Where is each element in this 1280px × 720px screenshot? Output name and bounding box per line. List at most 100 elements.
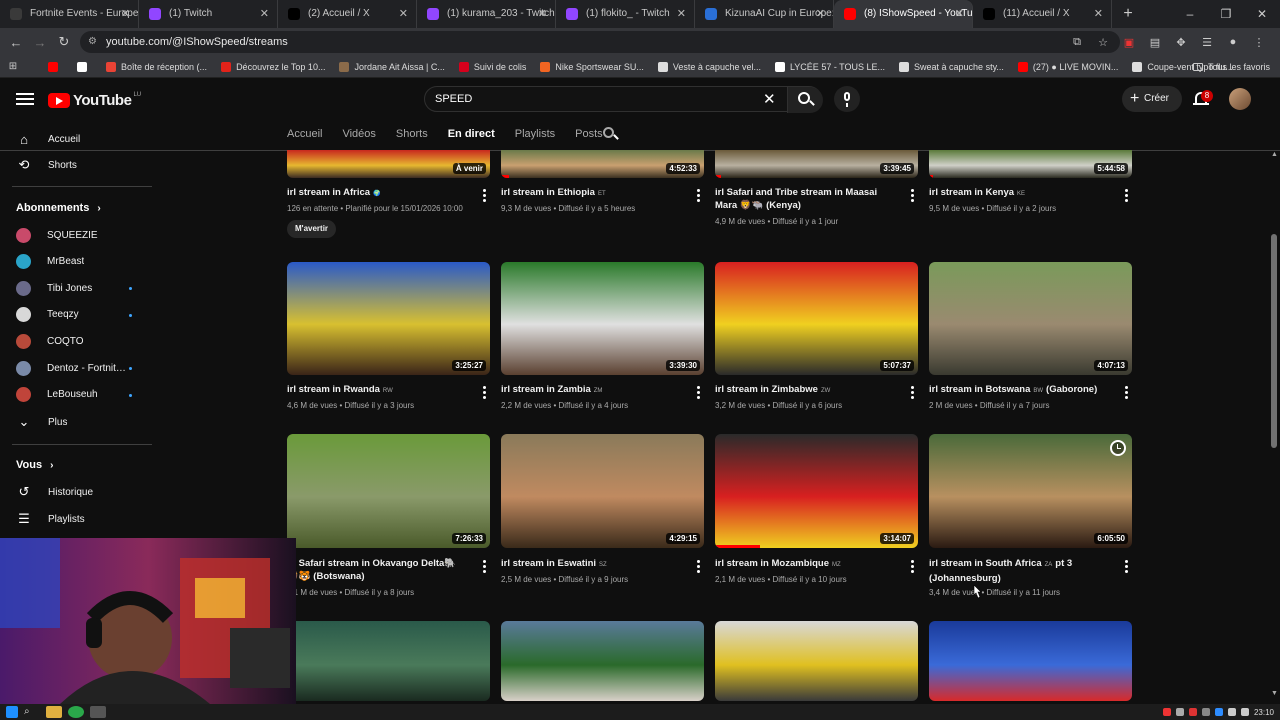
- video-thumbnail[interactable]: 3:39:30: [501, 262, 704, 375]
- extension-red-icon[interactable]: ▣: [1118, 31, 1140, 53]
- file-explorer-icon[interactable]: [46, 706, 62, 718]
- close-tab-icon[interactable]: ✕: [677, 0, 686, 28]
- back-arrow-icon[interactable]: ←: [4, 35, 28, 50]
- browser-tab[interactable]: (2) Accueil / X ✕: [278, 0, 417, 28]
- video-thumbnail[interactable]: 3:39:45: [715, 150, 918, 178]
- video-thumbnail[interactable]: [715, 621, 918, 701]
- sidebar-item[interactable]: SQUEEZIE: [0, 222, 152, 248]
- reload-icon[interactable]: ↻: [52, 34, 76, 50]
- sidebar-item[interactable]: Teeqzy: [0, 302, 152, 328]
- close-tab-icon[interactable]: ✕: [399, 0, 408, 28]
- watch-later-icon[interactable]: [1110, 440, 1126, 456]
- chrome-icon[interactable]: [68, 706, 84, 718]
- sidebar-item[interactable]: Dentoz - Fortnite ...: [0, 355, 152, 381]
- more-actions-icon[interactable]: [483, 386, 486, 401]
- more-actions-icon[interactable]: [697, 189, 700, 204]
- url-bar[interactable]: ⚙ youtube.com/@IShowSpeed/streams: [80, 31, 1120, 53]
- sidebar-item[interactable]: ⌂ Accueil: [0, 126, 152, 152]
- terminal-icon[interactable]: [90, 706, 106, 718]
- more-actions-icon[interactable]: [483, 560, 486, 575]
- video-thumbnail[interactable]: 6:05:50: [929, 434, 1132, 548]
- extension-gray-icon[interactable]: ▤: [1144, 31, 1166, 53]
- channel-tab[interactable]: Playlists: [515, 124, 555, 144]
- browser-menu-icon[interactable]: ⋮: [1248, 31, 1270, 53]
- scrollbar-thumb[interactable]: [1271, 234, 1277, 448]
- more-actions-icon[interactable]: [911, 386, 914, 401]
- bookmark-item[interactable]: [48, 61, 63, 72]
- tray-app-icon[interactable]: [1201, 708, 1210, 716]
- more-actions-icon[interactable]: [483, 189, 486, 204]
- video-thumbnail[interactable]: 4:29:15: [501, 434, 704, 548]
- more-actions-icon[interactable]: [911, 560, 914, 575]
- volume-icon[interactable]: [1240, 708, 1249, 716]
- bookmark-item[interactable]: Veste à capuche vel...: [657, 61, 761, 72]
- video-title[interactable]: irl stream in Zimbabwe ZW: [715, 383, 895, 398]
- video-title[interactable]: irl stream in Zambia ZM: [501, 383, 681, 398]
- video-title[interactable]: irl stream in Botswana BW (Gaborone): [929, 383, 1109, 398]
- scroll-up-icon[interactable]: ▲: [1271, 151, 1278, 158]
- bookmark-star-icon[interactable]: ☆: [1092, 31, 1114, 53]
- channel-tab[interactable]: Posts: [575, 124, 603, 144]
- voice-search-button[interactable]: [834, 86, 860, 112]
- sidebar-item[interactable]: COQTO: [0, 328, 152, 354]
- new-tab-button[interactable]: +: [1116, 0, 1140, 28]
- apps-grid-icon[interactable]: ⊞: [0, 61, 26, 72]
- video-title[interactable]: irl stream in Kenya KE: [929, 186, 1109, 201]
- bookmark-item[interactable]: Suivi de colis: [458, 61, 526, 72]
- video-thumbnail[interactable]: 7:26:33: [287, 434, 490, 548]
- bookmark-item[interactable]: Nike Sportswear SU...: [540, 61, 644, 72]
- more-actions-icon[interactable]: [1125, 386, 1128, 401]
- clear-search-icon[interactable]: ✕: [763, 90, 776, 108]
- more-actions-icon[interactable]: [911, 189, 914, 204]
- close-tab-icon[interactable]: ✕: [260, 0, 269, 28]
- more-actions-icon[interactable]: [697, 386, 700, 401]
- more-actions-icon[interactable]: [1125, 560, 1128, 575]
- video-thumbnail[interactable]: 5:44:58: [929, 150, 1132, 178]
- video-title[interactable]: irl stream in Mozambique MZ: [715, 557, 895, 572]
- profile-icon[interactable]: ●: [1222, 31, 1244, 53]
- video-title[interactable]: irl stream in Rwanda RW: [287, 383, 467, 398]
- channel-tab[interactable]: Shorts: [396, 124, 428, 144]
- tray-app-icon[interactable]: [1188, 708, 1197, 716]
- bookmark-item[interactable]: LYCÉE 57 - TOUS LE...: [774, 61, 885, 72]
- video-title[interactable]: irl Safari and Tribe stream in Maasai Ma…: [715, 186, 895, 212]
- video-thumbnail[interactable]: À venir: [287, 150, 490, 178]
- video-thumbnail[interactable]: 3:25:27: [287, 262, 490, 375]
- site-info-icon[interactable]: ⚙: [88, 31, 97, 53]
- close-tab-icon[interactable]: ✕: [816, 0, 825, 28]
- video-thumbnail[interactable]: 5:07:37: [715, 262, 918, 375]
- browser-tab[interactable]: KizunaAI Cup in Europe: S ✕: [695, 0, 834, 28]
- bookmark-item[interactable]: (27) ● LIVE MOVIN...: [1017, 61, 1118, 72]
- scroll-down-icon[interactable]: ▼: [1271, 690, 1278, 697]
- media-control-icon[interactable]: ☰: [1196, 31, 1218, 53]
- tray-app-icon[interactable]: [1175, 708, 1184, 716]
- sidebar-item[interactable]: ☰ Playlists: [0, 506, 152, 532]
- video-thumbnail[interactable]: 3:14:07: [715, 434, 918, 548]
- subscriptions-heading[interactable]: Abonnements ›: [16, 202, 101, 214]
- video-thumbnail[interactable]: [287, 621, 490, 701]
- more-actions-icon[interactable]: [1125, 189, 1128, 204]
- video-thumbnail[interactable]: 4:07:13: [929, 262, 1132, 375]
- create-button[interactable]: + Créer: [1122, 86, 1182, 112]
- browser-tab[interactable]: (1) flokito_ - Twitch ✕: [556, 0, 695, 28]
- video-thumbnail[interactable]: [929, 621, 1132, 701]
- bookmark-item[interactable]: Jordane Ait Aissa | C...: [339, 61, 445, 72]
- maximize-button[interactable]: ❐: [1208, 0, 1244, 28]
- channel-search-icon[interactable]: [603, 127, 617, 141]
- remind-me-button[interactable]: M'avertir: [287, 220, 337, 238]
- youtube-logo[interactable]: YouTube LU: [48, 92, 141, 109]
- channel-tab[interactable]: Vidéos: [342, 124, 375, 144]
- video-title[interactable]: irl Safari stream in Okavango Delta🐘🦁🐯 (…: [287, 557, 467, 583]
- video-thumbnail[interactable]: [501, 621, 704, 701]
- sidebar-item[interactable]: ↺ Historique: [0, 479, 152, 505]
- sidebar-item[interactable]: ⟲ Shorts: [0, 152, 152, 178]
- all-bookmarks-folder[interactable]: Tous les favoris: [1192, 56, 1270, 78]
- search-input[interactable]: [435, 90, 755, 108]
- video-title[interactable]: irl stream in South Africa ZA pt 3 (Johann…: [929, 557, 1109, 585]
- sidebar-item[interactable]: MrBeast: [0, 249, 152, 275]
- bookmark-item[interactable]: [77, 61, 92, 72]
- sidebar-item[interactable]: ⌄ Plus: [0, 409, 152, 435]
- video-title[interactable]: irl stream in Eswatini SZ: [501, 557, 681, 572]
- browser-tab[interactable]: (11) Accueil / X ✕: [973, 0, 1112, 28]
- forward-arrow-icon[interactable]: →: [28, 35, 52, 50]
